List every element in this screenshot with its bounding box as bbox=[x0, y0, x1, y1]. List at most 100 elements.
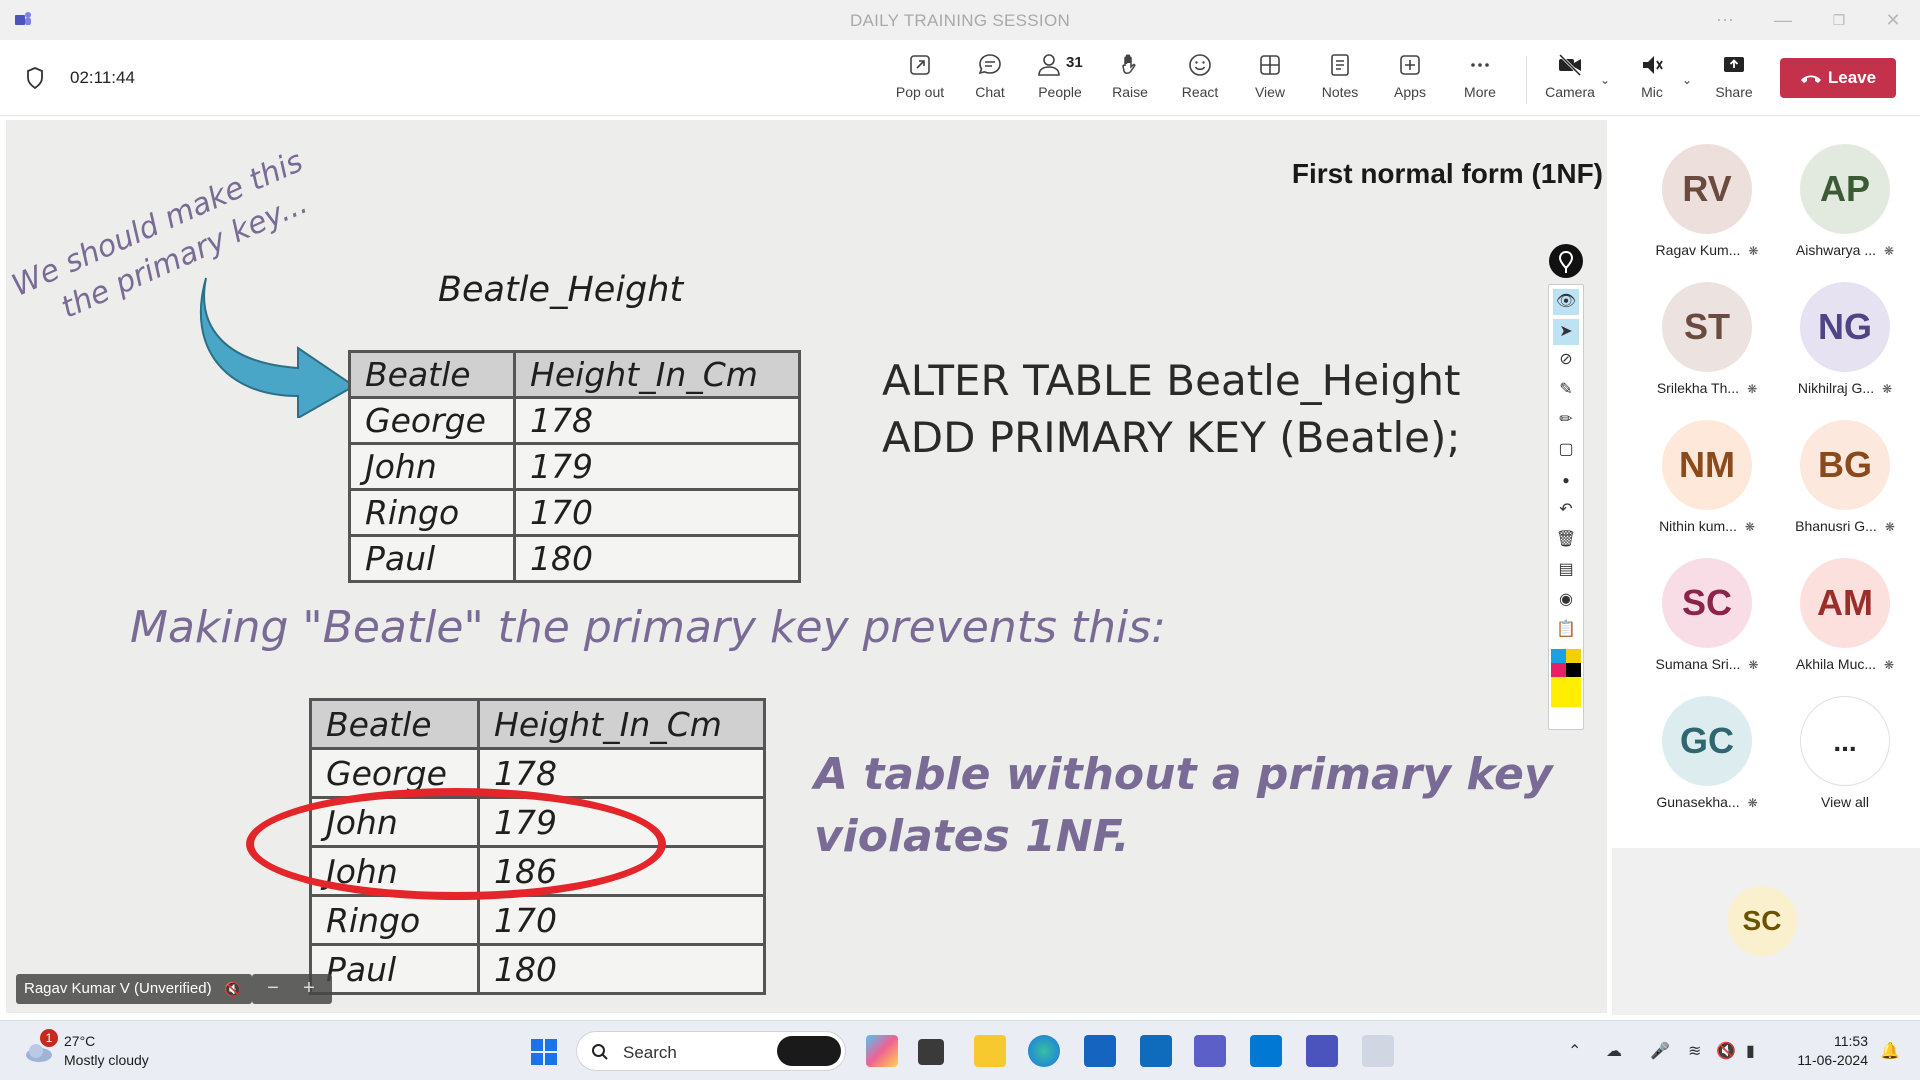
weather-description[interactable]: Mostly cloudy bbox=[64, 1052, 149, 1068]
participant-tile[interactable]: GC Gunasekha... ❋ bbox=[1642, 696, 1772, 824]
edge-browser-icon[interactable] bbox=[1028, 1035, 1060, 1067]
participants-panel: RV Ragav Kum... ❋ AP Aishwarya ... ❋ ST Sr… bbox=[1612, 120, 1920, 1015]
windows-start-icon[interactable] bbox=[530, 1038, 558, 1066]
beatle-height-table: Beatle Height_In_Cm George 178 John 179 … bbox=[348, 350, 801, 583]
table-header-cell: Height_In_Cm bbox=[477, 698, 766, 750]
table-cell: 180 bbox=[513, 534, 801, 583]
zoom-controls: − + bbox=[252, 974, 332, 1004]
self-avatar: SC bbox=[1727, 886, 1797, 956]
leave-button[interactable]: Leave bbox=[1780, 58, 1896, 98]
raise-hand-button[interactable]: Raise bbox=[1098, 52, 1162, 108]
microphone-icon[interactable]: 🎤 bbox=[1650, 1041, 1670, 1061]
mic-options-chevron-icon[interactable]: ⌄ bbox=[1682, 73, 1692, 87]
participant-name-text: Nikhilraj G... bbox=[1797, 380, 1875, 396]
eraser-icon[interactable]: ▢ bbox=[1553, 437, 1579, 463]
mic-muted-icon: ❋ bbox=[1884, 658, 1895, 672]
teams-icon[interactable] bbox=[1194, 1035, 1226, 1067]
participant-tile[interactable]: BG Bhanusri G... ❋ bbox=[1780, 420, 1910, 548]
participant-tile[interactable]: NM Nithin kum... ❋ bbox=[1642, 420, 1772, 548]
mic-muted-icon: ❋ bbox=[1748, 658, 1759, 672]
vscode-icon[interactable] bbox=[1250, 1035, 1282, 1067]
view-all-button[interactable]: ... View all bbox=[1780, 696, 1910, 824]
store-icon[interactable] bbox=[1084, 1035, 1116, 1067]
view-button[interactable]: View bbox=[1238, 52, 1302, 108]
react-label: React bbox=[1181, 84, 1219, 100]
teams-new-icon[interactable] bbox=[1306, 1035, 1338, 1067]
view-label: View bbox=[1254, 84, 1286, 100]
minimize-button[interactable]: — bbox=[1768, 8, 1798, 32]
table-cell: 180 bbox=[477, 943, 766, 995]
search-icon bbox=[592, 1044, 608, 1060]
apps-label: Apps bbox=[1394, 84, 1426, 100]
presenter-name: Ragav Kumar V (Unverified) bbox=[24, 980, 212, 997]
camera-options-chevron-icon[interactable]: ⌄ bbox=[1600, 73, 1610, 87]
avatar: BG bbox=[1800, 420, 1890, 510]
participant-name-text: Nithin kum... bbox=[1659, 518, 1737, 534]
notifications-bell-icon[interactable]: 🔔 bbox=[1880, 1041, 1900, 1061]
chat-button[interactable]: Chat bbox=[958, 52, 1022, 108]
pin-icon[interactable] bbox=[1549, 244, 1583, 278]
whiteboard-icon[interactable]: ▤ bbox=[1553, 557, 1579, 583]
mic-button[interactable]: Mic bbox=[1620, 52, 1684, 108]
battery-icon[interactable]: ▮ bbox=[1746, 1041, 1755, 1061]
weather-temperature[interactable]: 27°C bbox=[64, 1033, 95, 1049]
outlook-icon[interactable] bbox=[1140, 1035, 1172, 1067]
title-bar: DAILY TRAINING SESSION ⋯ — ❐ ✕ bbox=[0, 0, 1920, 40]
trash-icon[interactable]: 🗑 bbox=[1553, 527, 1579, 553]
participant-name: Ragav Kum... ❋ bbox=[1642, 242, 1772, 258]
lasso-icon[interactable]: ⊘ bbox=[1553, 347, 1579, 373]
people-button[interactable]: 31 People bbox=[1028, 52, 1092, 108]
close-button[interactable]: ✕ bbox=[1878, 8, 1908, 32]
camera-button[interactable]: Camera bbox=[1538, 52, 1602, 108]
restore-button[interactable]: ❐ bbox=[1824, 8, 1854, 32]
participant-name: Nikhilraj G... ❋ bbox=[1780, 380, 1910, 396]
pop-out-icon bbox=[910, 55, 930, 75]
highlighter-icon[interactable]: ✎ bbox=[1553, 377, 1579, 403]
undo-icon[interactable]: ↶ bbox=[1553, 497, 1579, 523]
dot-icon[interactable]: ● bbox=[1553, 467, 1579, 493]
more-button[interactable]: More bbox=[1448, 52, 1512, 108]
wifi-icon[interactable]: ≋ bbox=[1688, 1041, 1701, 1061]
zoom-out-icon[interactable]: − bbox=[258, 974, 288, 1002]
share-button[interactable]: Share bbox=[1702, 52, 1766, 108]
snipping-tool-icon[interactable] bbox=[1362, 1035, 1394, 1067]
sql-line-2: ADD PRIMARY KEY (Beatle); bbox=[882, 413, 1461, 462]
camera-snapshot-icon[interactable]: ◉ bbox=[1553, 587, 1579, 613]
file-explorer-icon[interactable] bbox=[974, 1035, 1006, 1067]
clipboard-icon[interactable]: 📋 bbox=[1553, 617, 1579, 643]
participant-tile[interactable]: AP Aishwarya ... ❋ bbox=[1780, 144, 1910, 272]
pop-out-button[interactable]: Pop out bbox=[888, 52, 952, 108]
notification-badge: 1 bbox=[40, 1029, 58, 1047]
eye-icon[interactable]: 👁 bbox=[1553, 289, 1579, 315]
duplicate-highlight-oval bbox=[246, 788, 666, 900]
speaker-muted-icon[interactable]: 🔇 bbox=[1716, 1041, 1736, 1061]
chevron-up-icon[interactable]: ⌃ bbox=[1568, 1041, 1581, 1061]
clock-time[interactable]: 11:53 bbox=[1788, 1033, 1868, 1049]
color-palette-icon[interactable] bbox=[1551, 649, 1581, 725]
pen-icon[interactable]: ✏ bbox=[1553, 407, 1579, 433]
taskbar-search[interactable]: Search bbox=[576, 1031, 846, 1071]
participant-tile[interactable]: RV Ragav Kum... ❋ bbox=[1642, 144, 1772, 272]
react-button[interactable]: React bbox=[1168, 52, 1232, 108]
pointer-icon[interactable]: ➤ bbox=[1553, 319, 1579, 345]
notes-button[interactable]: Notes bbox=[1308, 52, 1372, 108]
avatar: ST bbox=[1662, 282, 1752, 372]
table-cell: John bbox=[348, 442, 516, 491]
zoom-in-icon[interactable]: + bbox=[294, 974, 324, 1002]
participant-tile[interactable]: ST Srilekha Th... ❋ bbox=[1642, 282, 1772, 410]
more-icon: ... bbox=[1800, 696, 1890, 786]
clock-date[interactable]: 11-06-2024 bbox=[1778, 1052, 1868, 1068]
task-view-icon[interactable] bbox=[918, 1039, 944, 1065]
participant-tile[interactable]: AM Akhila Muc... ❋ bbox=[1780, 558, 1910, 686]
onedrive-icon[interactable]: ☁ bbox=[1606, 1041, 1622, 1061]
more-label: More bbox=[1464, 84, 1496, 100]
table-header-cell: Height_In_Cm bbox=[513, 350, 801, 399]
meeting-toolbar: 02:11:44 Pop out Chat 31 People Raise Re… bbox=[0, 40, 1920, 116]
participant-tile[interactable]: NG Nikhilraj G... ❋ bbox=[1780, 282, 1910, 410]
participant-tile[interactable]: SC Sumana Sri... ❋ bbox=[1642, 558, 1772, 686]
more-options-icon[interactable]: ⋯ bbox=[1710, 8, 1740, 32]
mic-label: Mic bbox=[1641, 84, 1663, 100]
apps-button[interactable]: Apps bbox=[1378, 52, 1442, 108]
copilot-icon[interactable] bbox=[866, 1035, 898, 1067]
mic-muted-icon: ❋ bbox=[1747, 382, 1758, 396]
